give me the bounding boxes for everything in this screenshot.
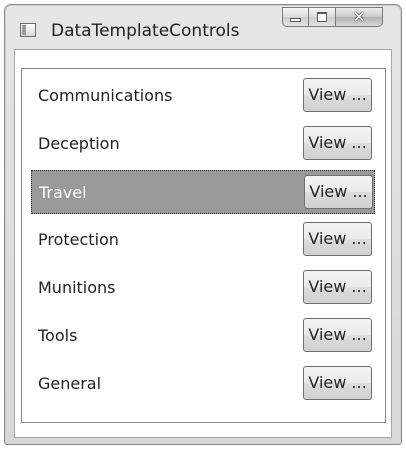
view-button[interactable]: View ... [303,222,372,256]
minimize-icon [290,18,301,22]
view-button[interactable]: View ... [304,175,373,209]
list-item-label: Munitions [38,278,116,297]
close-icon: ✕ [352,8,366,26]
list-item-general[interactable]: General View ... [31,362,375,406]
maximize-icon [317,12,327,22]
view-button[interactable]: View ... [303,270,372,304]
list-item-label: Protection [38,230,119,249]
list-item-label: Tools [38,326,78,345]
view-button[interactable]: View ... [303,126,372,160]
list-item-protection[interactable]: Protection View ... [31,218,375,262]
list-item-tools[interactable]: Tools View ... [31,314,375,358]
application-window-icon[interactable] [20,23,36,37]
category-listbox[interactable]: Communications View ... Deception View .… [21,68,386,423]
list-item-label: Communications [38,86,173,105]
view-button[interactable]: View ... [303,78,372,112]
view-button[interactable]: View ... [303,366,372,400]
list-item-label: Travel [39,183,87,202]
minimize-button[interactable] [282,7,309,27]
list-item-communications[interactable]: Communications View ... [31,74,375,118]
close-button[interactable]: ✕ [336,7,383,27]
window-title: DataTemplateControls [51,21,240,41]
list-item-label: Deception [38,134,120,153]
list-item-travel[interactable]: Travel View ... [31,170,375,214]
title-bar[interactable]: DataTemplateControls ✕ [5,5,401,49]
caption-buttons: ✕ [282,7,383,29]
list-item-munitions[interactable]: Munitions View ... [31,266,375,310]
list-item-label: General [38,374,102,393]
list-item-deception[interactable]: Deception View ... [31,122,375,166]
maximize-button[interactable] [309,7,336,27]
view-button[interactable]: View ... [303,318,372,352]
